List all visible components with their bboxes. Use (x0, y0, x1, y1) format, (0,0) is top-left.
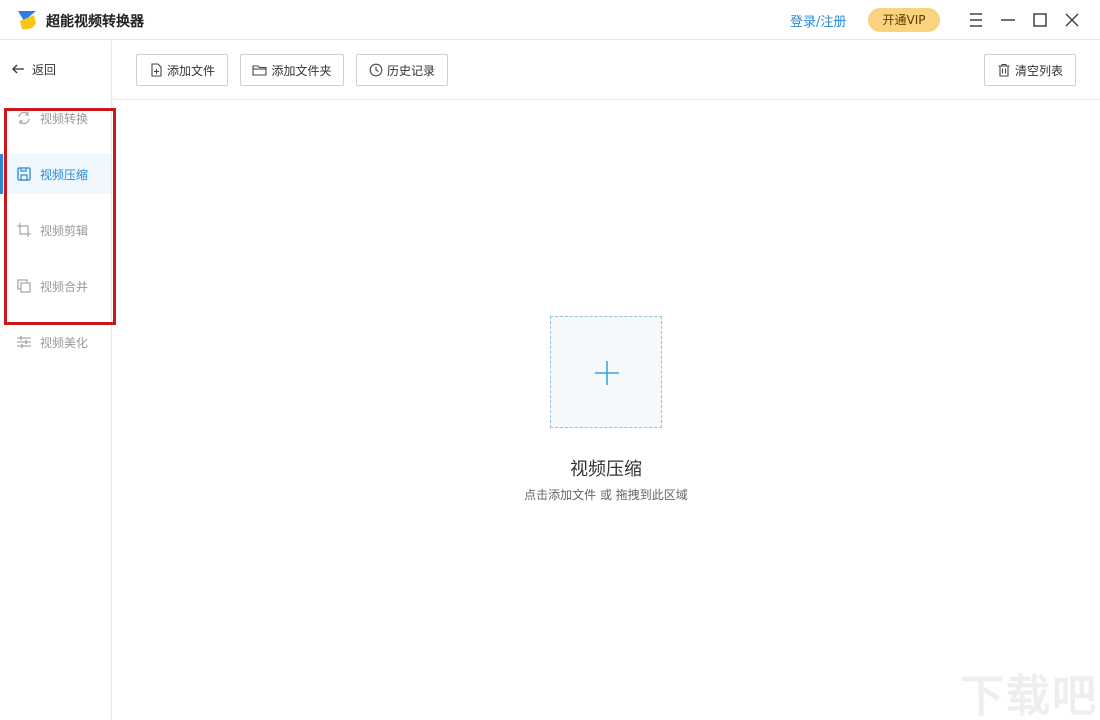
minimize-icon (1001, 19, 1015, 21)
maximize-button[interactable] (1028, 8, 1052, 32)
vip-button[interactable]: 开通VIP (868, 8, 940, 32)
sidebar-item-label: 视频压缩 (40, 167, 89, 182)
add-file-label: 添加文件 (166, 63, 215, 78)
sidebar-item-label: 视频美化 (40, 335, 89, 350)
sidebar-item-video-merge[interactable]: 视频合并 (0, 266, 111, 306)
arrow-left-icon (12, 64, 24, 74)
drop-zone-title: 视频压缩 (570, 459, 642, 480)
refresh-icon (18, 111, 30, 125)
drop-zone-hint: 点击添加文件 或 拖拽到此区域 (524, 488, 688, 502)
sidebar-item-video-beautify[interactable]: 视频美化 (0, 322, 111, 362)
back-label: 返回 (32, 62, 57, 77)
crop-icon (17, 223, 31, 237)
sidebar: 返回 视频转换 视频压缩 视频剪辑 视频合并 视频美化 (0, 41, 112, 720)
history-label: 历史记录 (386, 63, 435, 78)
clock-icon (369, 63, 383, 77)
add-folder-button[interactable]: 添加文件夹 (240, 54, 344, 86)
login-register-link[interactable]: 登录/注册 (790, 11, 846, 30)
add-file-button[interactable]: 添加文件 (136, 54, 228, 86)
app-title: 超能视频转换器 (46, 14, 144, 30)
add-folder-label: 添加文件夹 (271, 63, 332, 78)
close-icon (1065, 13, 1079, 27)
menu-button[interactable] (964, 8, 988, 32)
clear-list-label: 清空列表 (1014, 63, 1063, 78)
sidebar-item-video-compress[interactable]: 视频压缩 (0, 154, 111, 194)
back-button[interactable]: 返回 (10, 59, 56, 79)
maximize-icon (1033, 13, 1047, 27)
sliders-icon (17, 336, 31, 348)
sidebar-item-label: 视频转换 (40, 111, 89, 126)
app-logo-icon (18, 11, 36, 30)
sidebar-item-video-edit[interactable]: 视频剪辑 (0, 210, 111, 250)
merge-icon (17, 279, 31, 293)
folder-icon (252, 65, 268, 76)
sidebar-item-label: 视频合并 (40, 279, 89, 294)
minimize-button[interactable] (996, 8, 1020, 32)
title-bar: 超能视频转换器 登录/注册 开通VIP (0, 0, 1100, 40)
toolbar: 添加文件 添加文件夹 历史记录 清空列表 (112, 41, 1100, 100)
save-icon (17, 167, 31, 181)
sidebar-item-label: 视频剪辑 (40, 223, 89, 238)
history-button[interactable]: 历史记录 (356, 54, 448, 86)
clear-list-button[interactable]: 清空列表 (984, 54, 1076, 86)
watermark-logo: 下载吧 (960, 671, 1098, 720)
file-add-icon (151, 63, 162, 77)
sidebar-item-video-convert[interactable]: 视频转换 (0, 98, 111, 138)
plus-icon (595, 361, 619, 385)
trash-icon (998, 63, 1010, 77)
menu-icon (970, 13, 982, 27)
close-button[interactable] (1060, 8, 1084, 32)
drop-zone[interactable] (550, 316, 662, 428)
